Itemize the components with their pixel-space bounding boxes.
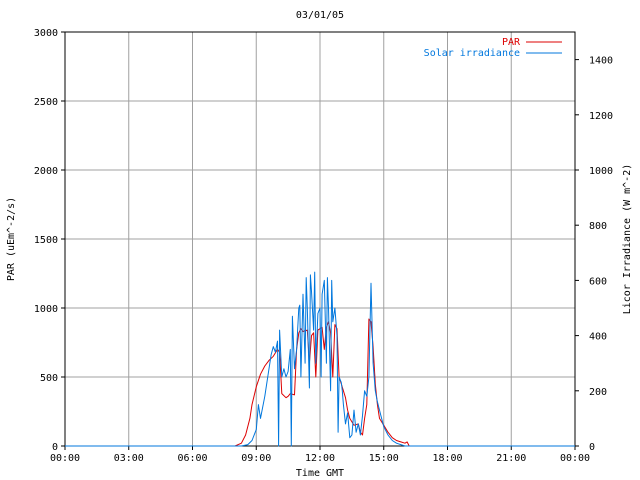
y-tick-label: 3000 [34, 28, 58, 39]
y-tick-label: 2500 [34, 97, 58, 108]
y2-tick-label: 600 [589, 276, 607, 287]
x-tick-label: 21:00 [496, 453, 526, 464]
y-tick-label: 1000 [34, 304, 58, 315]
y2-tick-label: 200 [589, 387, 607, 398]
x-axis-label: Time GMT [296, 468, 344, 479]
y2-tick-label: 1000 [589, 166, 613, 177]
y2-tick-label: 400 [589, 332, 607, 343]
legend-label-solar-irradiance: Solar irradiance [424, 48, 520, 59]
y-tick-label: 1500 [34, 235, 58, 246]
legend-label-par: PAR [502, 37, 521, 48]
x-tick-label: 03:00 [114, 453, 144, 464]
y-axis-label: PAR (uEm^-2/s) [6, 197, 17, 281]
x-tick-label: 00:00 [560, 453, 590, 464]
x-tick-label: 06:00 [177, 453, 207, 464]
y-tick-label: 500 [40, 373, 58, 384]
y2-axis-label: Licor Irradiance (W m^-2) [622, 164, 633, 315]
y2-tick-label: 0 [589, 442, 595, 453]
y2-tick-label: 800 [589, 221, 607, 232]
y2-tick-label: 1200 [589, 111, 613, 122]
x-tick-label: 00:00 [50, 453, 80, 464]
y-tick-label: 0 [52, 442, 58, 453]
x-tick-label: 12:00 [305, 453, 335, 464]
x-tick-label: 15:00 [369, 453, 399, 464]
x-tick-label: 18:00 [432, 453, 462, 464]
x-tick-label: 09:00 [241, 453, 271, 464]
chart-title: 03/01/05 [296, 10, 344, 21]
y-tick-label: 2000 [34, 166, 58, 177]
chart: 00:00 03:00 06:00 09:00 12:00 15:00 18:00 21:00… [0, 0, 640, 480]
y2-tick-label: 1400 [589, 56, 613, 67]
